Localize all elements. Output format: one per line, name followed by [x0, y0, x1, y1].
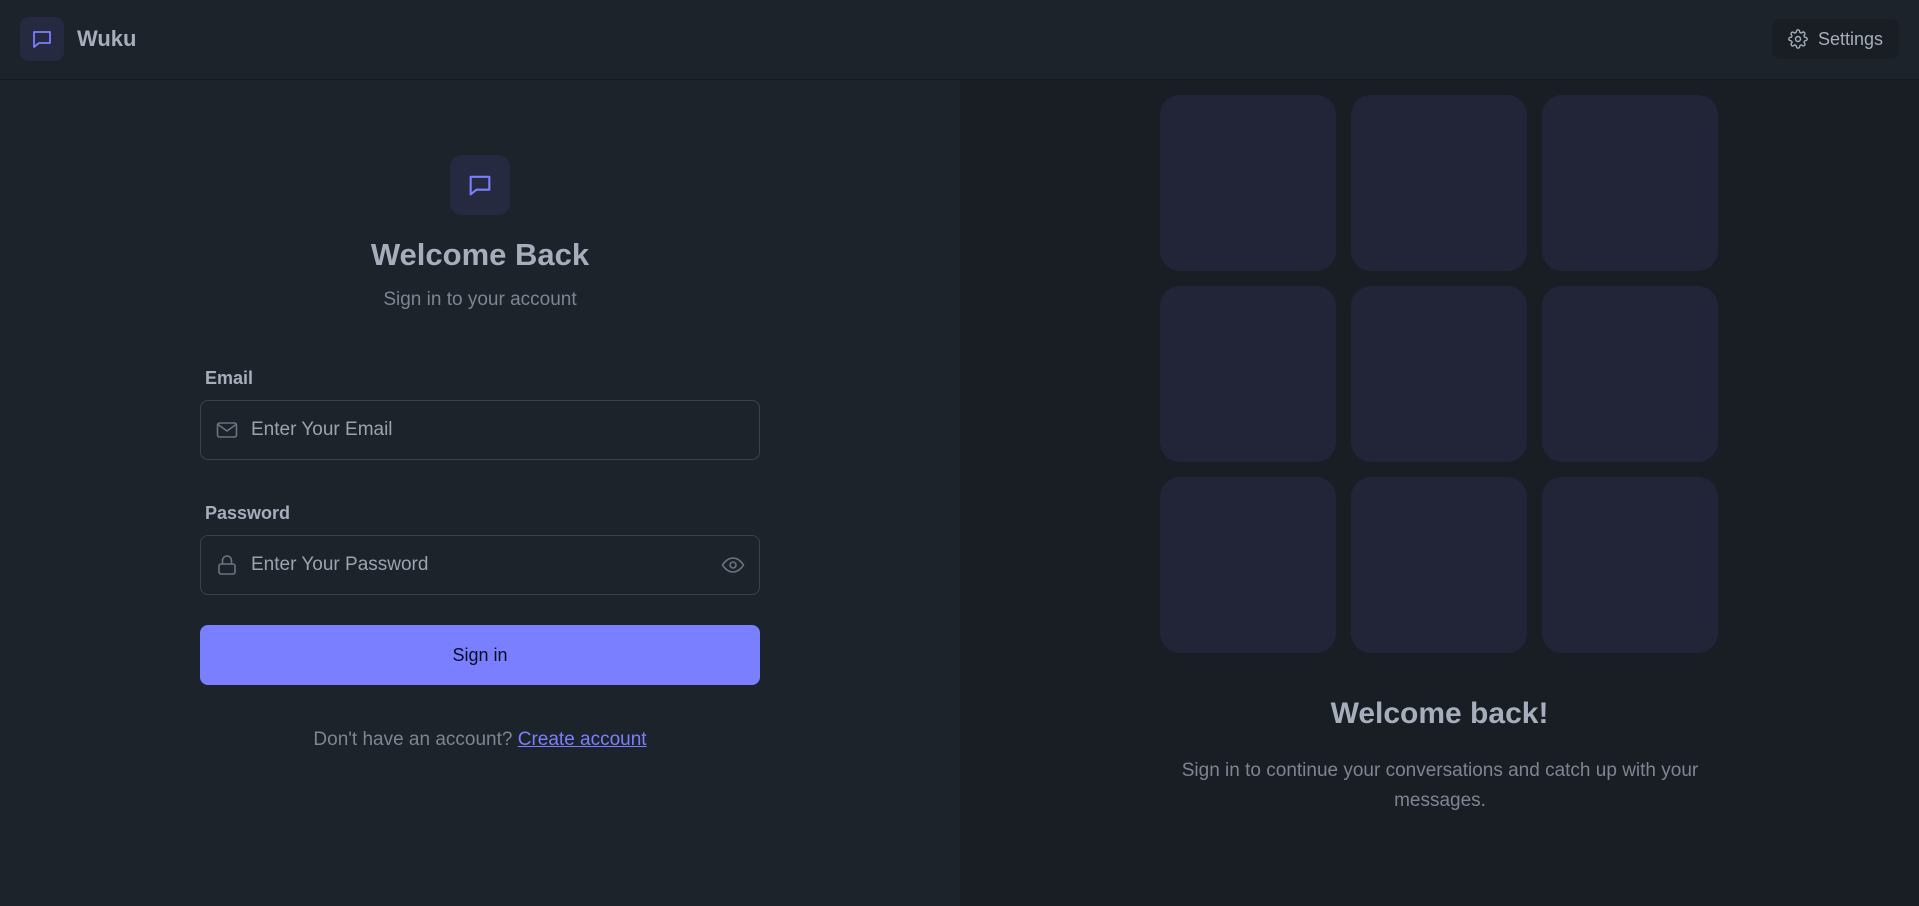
create-account-link[interactable]: Create account	[518, 729, 647, 750]
brand[interactable]: Wuku	[20, 17, 136, 61]
brand-name: Wuku	[77, 26, 137, 51]
decorative-tile	[1542, 477, 1718, 653]
lock-icon	[215, 553, 239, 577]
decorative-tile	[1542, 95, 1718, 271]
email-input[interactable]	[251, 401, 691, 459]
email-label: Email	[205, 368, 254, 388]
password-label: Password	[205, 503, 291, 523]
decorative-tile	[1351, 286, 1527, 462]
decorative-tile	[1160, 477, 1336, 653]
promo-subtitle: Sign in to continue your conversations a…	[1181, 760, 1699, 811]
signup-prompt-line: Don't have an account? Create account	[0, 729, 960, 751]
sign-in-button[interactable]: Sign in	[200, 625, 760, 685]
gear-icon	[1788, 29, 1808, 49]
promo-panel: Welcome back! Sign in to continue your c…	[960, 80, 1919, 906]
promo-title: Welcome back!	[1330, 697, 1549, 730]
chat-bubble-icon	[20, 17, 64, 61]
settings-label: Settings	[1817, 28, 1883, 49]
top-navbar: Wuku Settings	[0, 0, 1919, 80]
decorative-tile	[1542, 286, 1718, 462]
tile-grid	[1160, 95, 1722, 657]
chat-bubble-icon	[450, 155, 510, 215]
password-field-wrapper	[200, 535, 760, 595]
mail-icon	[215, 418, 239, 442]
decorative-tile	[1160, 286, 1336, 462]
login-panel: Welcome Back Sign in to your account Ema…	[0, 80, 960, 906]
email-field-wrapper	[200, 400, 760, 460]
decorative-tile	[1160, 95, 1336, 271]
page-subtitle: Sign in to your account	[383, 289, 577, 310]
page-title: Welcome Back	[370, 237, 590, 272]
decorative-tile	[1351, 477, 1527, 653]
password-input[interactable]	[251, 536, 691, 594]
signup-prompt: Don't have an account?	[313, 729, 513, 750]
decorative-tile	[1351, 95, 1527, 271]
eye-icon[interactable]	[721, 553, 745, 577]
settings-button[interactable]: Settings	[1771, 19, 1899, 59]
